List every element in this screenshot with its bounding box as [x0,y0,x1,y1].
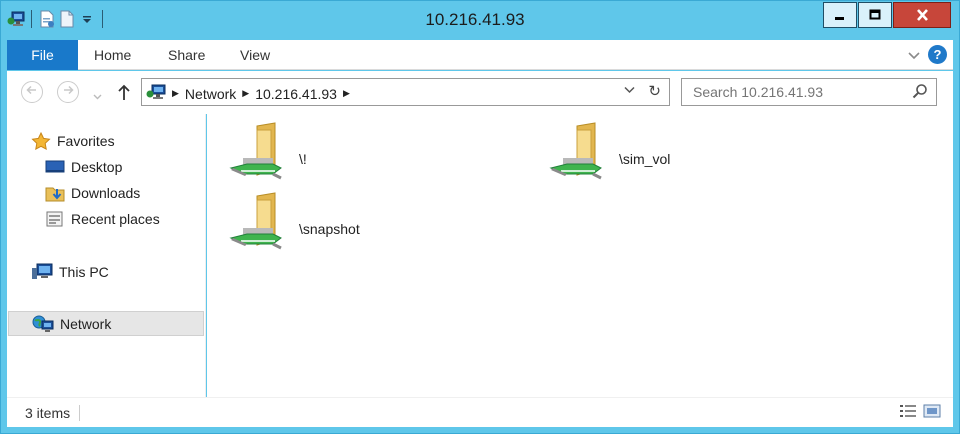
nav-this-pc[interactable]: This PC [31,259,109,284]
breadcrumb-host[interactable]: 10.216.41.93 [255,86,337,102]
list-item[interactable]: \! [227,122,307,188]
share-name: \! [299,151,307,167]
nav-desktop[interactable]: Desktop [45,154,122,179]
star-icon [31,131,51,150]
nav-label: Downloads [71,184,141,201]
address-history-chevron-icon[interactable] [624,83,635,97]
search-input[interactable] [682,79,902,105]
up-arrow-icon [118,84,130,100]
ribbon-controls: ? [908,45,947,64]
maximize-button[interactable] [858,2,892,28]
view-switcher [899,404,941,421]
window-title: 10.216.41.93 [425,10,525,29]
nav-label: Favorites [57,132,115,149]
desktop-icon [45,160,65,172]
tab-view[interactable]: View [240,40,270,70]
network-globe-icon [32,315,54,332]
up-one-level-button[interactable] [117,83,131,104]
ribbon-tabs: File Home Share View ? [7,40,953,70]
nav-network[interactable]: Network [8,311,204,336]
breadcrumb: ▶ Network ▶ 10.216.41.93 ▶ [146,84,350,103]
back-arrow-icon [26,85,36,95]
navigation-pane: Favorites Desktop Downloads Recent place… [7,114,206,397]
list-item[interactable]: \sim_vol [547,122,670,188]
list-item[interactable]: \snapshot [227,192,360,258]
search-icon[interactable] [912,83,928,102]
tab-share[interactable]: Share [168,40,205,70]
share-name: \snapshot [299,221,360,237]
recent-places-icon [46,211,63,226]
status-bar: 3 items [7,397,953,427]
computer-icon [32,263,53,279]
nav-label: Desktop [71,158,123,175]
help-icon[interactable]: ? [928,45,947,64]
breadcrumb-separator-icon[interactable]: ▶ [343,88,350,99]
close-icon [916,9,928,21]
downloads-folder-icon [45,187,65,201]
breadcrumb-separator-icon[interactable]: ▶ [242,88,249,99]
explorer-window: 10.216.41.93 File Home Share View ? ▶ Ne… [0,0,960,434]
title-bar: 10.216.41.93 [1,1,959,39]
network-computer-icon [146,84,166,103]
network-share-folder-icon [549,122,602,180]
maximize-icon [869,9,881,20]
nav-label: Network [60,315,112,332]
large-icons-view-icon[interactable] [923,404,941,421]
refresh-icon[interactable]: ↻ [648,82,661,100]
file-list: \! \sim_vol \snapshot [207,114,953,397]
address-toolbar: ▶ Network ▶ 10.216.41.93 ▶ ↻ [7,71,953,114]
nav-favorites[interactable]: Favorites [31,128,115,153]
close-button[interactable] [893,2,951,28]
nav-label: This PC [59,263,109,280]
network-share-folder-icon [229,192,282,250]
tab-file[interactable]: File [7,40,78,70]
network-share-folder-icon [229,122,282,180]
forward-arrow-icon [64,85,74,95]
nav-downloads[interactable]: Downloads [45,180,140,205]
minimize-icon [835,17,844,20]
address-bar[interactable]: ▶ Network ▶ 10.216.41.93 ▶ ↻ [141,78,670,106]
search-box[interactable] [681,78,937,106]
nav-label: Recent places [71,210,160,227]
recent-locations-chevron-icon[interactable] [93,87,102,103]
details-view-icon[interactable] [899,404,917,421]
item-count: 3 items [25,405,71,421]
status-divider [79,405,80,421]
nav-recent-places[interactable]: Recent places [45,206,160,231]
window-controls [823,2,951,28]
back-button[interactable] [21,81,43,103]
share-name: \sim_vol [619,151,671,167]
forward-button[interactable] [57,81,79,103]
minimize-button[interactable] [823,2,857,28]
breadcrumb-network[interactable]: Network [185,86,236,102]
tab-home[interactable]: Home [94,40,131,70]
breadcrumb-separator-icon[interactable]: ▶ [172,88,179,99]
expand-ribbon-chevron-icon[interactable] [908,47,920,63]
